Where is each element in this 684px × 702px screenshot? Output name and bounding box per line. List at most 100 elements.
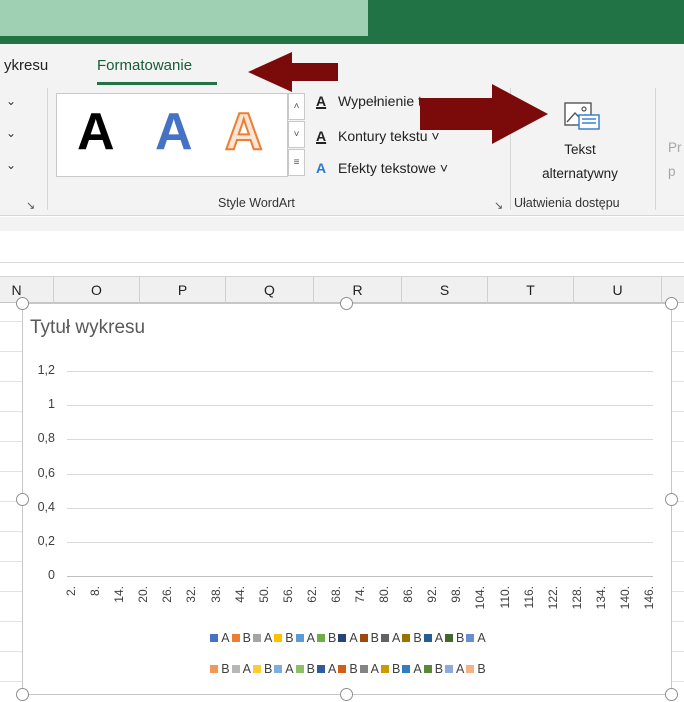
x-tick-label: 86. <box>401 586 416 603</box>
legend-entry[interactable]: B <box>466 662 486 676</box>
wordart-style-blue[interactable]: A <box>155 102 193 162</box>
legend-entry[interactable]: B <box>295 662 315 676</box>
chart-object[interactable]: Tytuł wykresu 1,2 1 0,8 0,6 0,4 0,2 0 2. 8. 14. 2… <box>22 303 672 695</box>
legend-swatch <box>359 665 368 673</box>
gallery-more-icon[interactable]: ≡ <box>288 149 305 176</box>
legend-label: A <box>285 662 294 676</box>
alt-text-label-line1: Tekst <box>564 142 596 157</box>
x-tick-label: 128. <box>569 586 584 610</box>
shape-effects-dropdown[interactable]: ⌄ <box>6 158 16 172</box>
text-effects-button[interactable]: A Efekty tekstowe ˅ <box>316 157 448 179</box>
alt-text-label-line2: alternatywny <box>542 166 618 181</box>
resize-handle-top[interactable] <box>340 297 353 310</box>
wordart-launcher-icon[interactable]: ↘ <box>494 199 503 212</box>
legend-label: B <box>349 662 358 676</box>
excel-window: ykresu Formatowanie ⌄ ⌄ ⌄ ↘ A A A ˄ ˅ ≡ … <box>0 0 684 702</box>
column-header[interactable]: T <box>488 277 574 304</box>
x-tick-label: 14. <box>112 586 127 603</box>
legend-entry[interactable]: A <box>423 631 444 645</box>
resize-handle-bottom-left[interactable] <box>16 688 29 701</box>
gallery-scroll: ˄ ˅ ≡ <box>288 93 305 177</box>
column-header[interactable]: O <box>54 277 140 304</box>
legend-label: B <box>392 662 401 676</box>
column-header[interactable]: U <box>574 277 662 304</box>
legend-entry[interactable]: B <box>381 662 400 676</box>
resize-handle-bottom-right[interactable] <box>665 688 678 701</box>
text-fill-label: Wypełnienie te <box>338 93 430 109</box>
legend-swatch <box>338 665 347 673</box>
legend-label: B <box>434 662 444 676</box>
next-group-label-line2: p <box>668 164 676 179</box>
legend-swatch <box>210 665 219 673</box>
legend-entry[interactable]: A <box>274 662 294 676</box>
legend-label: B <box>263 662 273 676</box>
y-tick-label: 0,2 <box>37 533 55 548</box>
shape-styles-launcher-icon[interactable]: ↘ <box>26 199 35 212</box>
wordart-style-black[interactable]: A <box>77 102 115 162</box>
legend-entry[interactable]: B <box>316 631 337 645</box>
legend-entry[interactable]: A <box>338 631 358 645</box>
legend-label: A <box>434 631 444 645</box>
x-tick-label: 134. <box>593 586 608 610</box>
column-header[interactable]: Q <box>226 277 314 304</box>
shape-fill-dropdown[interactable]: ⌄ <box>6 94 16 108</box>
x-tick-label: 44. <box>232 586 247 603</box>
column-header[interactable]: P <box>140 277 226 304</box>
resize-handle-top-left[interactable] <box>16 297 29 310</box>
gridline <box>67 473 653 475</box>
legend-swatch <box>295 634 304 642</box>
legend-entry[interactable]: B <box>402 631 422 645</box>
legend-label: A <box>456 662 465 676</box>
legend-label: A <box>306 631 315 645</box>
legend-entry[interactable]: A <box>295 631 315 645</box>
legend-swatch <box>295 665 304 673</box>
y-tick-label: 0,8 <box>37 431 55 446</box>
legend-label: A <box>349 631 358 645</box>
gridline <box>67 371 653 372</box>
legend-label: B <box>242 631 251 645</box>
chart-title[interactable]: Tytuł wykresu <box>30 317 145 339</box>
legend-entry[interactable]: B <box>338 662 358 676</box>
wordart-style-orange-outline[interactable]: A <box>224 102 264 162</box>
gallery-scroll-up-icon[interactable]: ˄ <box>288 93 305 120</box>
ribbon-tab-bar: ykresu Formatowanie <box>0 44 684 88</box>
resize-handle-right[interactable] <box>665 493 678 506</box>
x-tick-label: 110. <box>497 586 512 609</box>
shape-outline-dropdown[interactable]: ⌄ <box>6 126 16 140</box>
legend-entry[interactable]: B <box>231 631 251 645</box>
legend-entry[interactable]: B <box>359 631 380 645</box>
ribbon-gap <box>0 217 684 231</box>
text-fill-button[interactable]: A Wypełnienie te <box>316 90 430 112</box>
legend-label: B <box>370 631 380 645</box>
legend-entry[interactable]: A <box>316 662 336 676</box>
legend-entry[interactable]: A <box>231 662 251 676</box>
gallery-scroll-down-icon[interactable]: ˅ <box>288 121 305 148</box>
legend-entry[interactable]: B <box>252 662 273 676</box>
legend-entry[interactable]: A <box>359 662 379 676</box>
column-header[interactable]: S <box>402 277 488 304</box>
legend-entry[interactable]: B <box>423 662 444 676</box>
column-header[interactable]: R <box>314 277 402 304</box>
x-tick-label: 50. <box>256 586 271 603</box>
legend-swatch <box>423 634 432 642</box>
resize-handle-top-right[interactable] <box>665 297 678 310</box>
legend-entry[interactable]: A <box>252 631 272 645</box>
gridline <box>67 507 653 509</box>
legend-swatch <box>402 665 411 673</box>
resize-handle-bottom[interactable] <box>340 688 353 701</box>
legend-label: B <box>306 662 315 676</box>
legend-entry[interactable]: B <box>445 631 464 645</box>
legend-label: B <box>413 631 422 645</box>
legend-entry[interactable]: A <box>381 631 400 645</box>
legend-entry[interactable]: A <box>445 662 464 676</box>
legend-row-2: BABABABABABAB <box>23 662 673 676</box>
legend-label: B <box>327 631 337 645</box>
legend-entry[interactable]: B <box>274 631 294 645</box>
legend-entry[interactable]: A <box>466 631 486 645</box>
legend-entry[interactable]: A <box>402 662 422 676</box>
legend-entry[interactable]: A <box>210 631 230 645</box>
resize-handle-left[interactable] <box>16 493 29 506</box>
tab-format[interactable]: Formatowanie <box>97 57 192 74</box>
tab-chart-design[interactable]: ykresu <box>4 57 48 74</box>
legend-entry[interactable]: B <box>210 662 230 676</box>
